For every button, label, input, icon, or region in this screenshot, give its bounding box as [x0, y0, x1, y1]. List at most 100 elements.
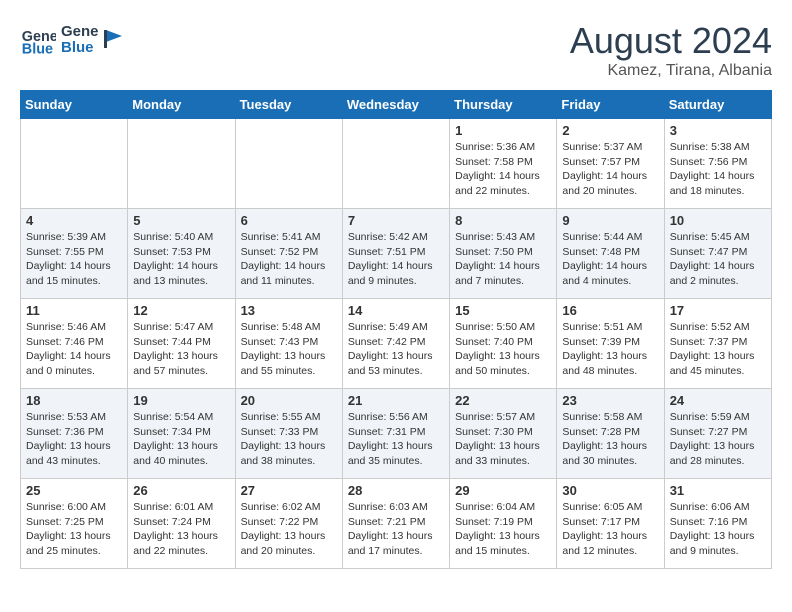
cell-text: and 25 minutes. [26, 544, 122, 559]
cell-4-3: 28Sunrise: 6:03 AMSunset: 7:21 PMDayligh… [342, 479, 449, 569]
cell-text: Sunset: 7:58 PM [455, 155, 551, 170]
cell-text: Daylight: 13 hours [133, 349, 229, 364]
cell-text: Daylight: 14 hours [348, 259, 444, 274]
cell-text: Sunrise: 5:46 AM [26, 320, 122, 335]
cell-text: Daylight: 13 hours [241, 349, 337, 364]
day-number: 12 [133, 303, 229, 318]
cell-text: Sunset: 7:40 PM [455, 335, 551, 350]
cell-text: and 20 minutes. [241, 544, 337, 559]
cell-1-4: 8Sunrise: 5:43 AMSunset: 7:50 PMDaylight… [450, 209, 557, 299]
cell-text: Daylight: 14 hours [455, 259, 551, 274]
day-number: 1 [455, 123, 551, 138]
cell-3-4: 22Sunrise: 5:57 AMSunset: 7:30 PMDayligh… [450, 389, 557, 479]
day-number: 4 [26, 213, 122, 228]
cell-text: Sunset: 7:34 PM [133, 425, 229, 440]
cell-text: Sunset: 7:16 PM [670, 515, 766, 530]
cell-text: Sunset: 7:37 PM [670, 335, 766, 350]
cell-2-2: 13Sunrise: 5:48 AMSunset: 7:43 PMDayligh… [235, 299, 342, 389]
cell-text: Sunrise: 6:06 AM [670, 500, 766, 515]
cell-text: Daylight: 14 hours [26, 259, 122, 274]
main-title: August 2024 [570, 20, 772, 62]
cell-4-4: 29Sunrise: 6:04 AMSunset: 7:19 PMDayligh… [450, 479, 557, 569]
col-monday: Monday [128, 91, 235, 119]
cell-4-2: 27Sunrise: 6:02 AMSunset: 7:22 PMDayligh… [235, 479, 342, 569]
cell-1-5: 9Sunrise: 5:44 AMSunset: 7:48 PMDaylight… [557, 209, 664, 299]
calendar-table: Sunday Monday Tuesday Wednesday Thursday… [20, 90, 772, 569]
logo: General Blue General Blue [20, 20, 124, 58]
cell-4-6: 31Sunrise: 6:06 AMSunset: 7:16 PMDayligh… [664, 479, 771, 569]
day-number: 7 [348, 213, 444, 228]
cell-0-1 [128, 119, 235, 209]
cell-text: Sunrise: 5:53 AM [26, 410, 122, 425]
cell-1-3: 7Sunrise: 5:42 AMSunset: 7:51 PMDaylight… [342, 209, 449, 299]
cell-text: Sunset: 7:50 PM [455, 245, 551, 260]
cell-2-5: 16Sunrise: 5:51 AMSunset: 7:39 PMDayligh… [557, 299, 664, 389]
cell-text: Daylight: 14 hours [670, 169, 766, 184]
cell-text: Daylight: 13 hours [455, 439, 551, 454]
cell-text: Daylight: 14 hours [562, 259, 658, 274]
cell-text: Sunset: 7:19 PM [455, 515, 551, 530]
cell-text: and 57 minutes. [133, 364, 229, 379]
cell-text: Sunrise: 5:38 AM [670, 140, 766, 155]
cell-text: Sunrise: 6:00 AM [26, 500, 122, 515]
cell-text: Sunset: 7:27 PM [670, 425, 766, 440]
cell-text: Sunset: 7:22 PM [241, 515, 337, 530]
cell-text: Sunrise: 5:40 AM [133, 230, 229, 245]
cell-text: Sunrise: 5:51 AM [562, 320, 658, 335]
day-number: 9 [562, 213, 658, 228]
cell-text: Sunrise: 6:05 AM [562, 500, 658, 515]
day-number: 18 [26, 393, 122, 408]
day-number: 20 [241, 393, 337, 408]
cell-text: Daylight: 13 hours [348, 439, 444, 454]
cell-text: Sunrise: 5:58 AM [562, 410, 658, 425]
day-number: 16 [562, 303, 658, 318]
cell-text: Sunset: 7:44 PM [133, 335, 229, 350]
col-tuesday: Tuesday [235, 91, 342, 119]
cell-text: Sunrise: 6:04 AM [455, 500, 551, 515]
cell-text: and 48 minutes. [562, 364, 658, 379]
cell-0-2 [235, 119, 342, 209]
cell-text: Sunset: 7:57 PM [562, 155, 658, 170]
cell-text: Daylight: 13 hours [455, 349, 551, 364]
cell-text: and 38 minutes. [241, 454, 337, 469]
week-row-2: 4Sunrise: 5:39 AMSunset: 7:55 PMDaylight… [21, 209, 772, 299]
cell-text: and 12 minutes. [562, 544, 658, 559]
cell-text: Sunset: 7:51 PM [348, 245, 444, 260]
day-number: 21 [348, 393, 444, 408]
cell-text: Sunrise: 5:50 AM [455, 320, 551, 335]
cell-text: Sunrise: 6:03 AM [348, 500, 444, 515]
cell-4-0: 25Sunrise: 6:00 AMSunset: 7:25 PMDayligh… [21, 479, 128, 569]
cell-text: Sunrise: 5:45 AM [670, 230, 766, 245]
cell-text: Daylight: 13 hours [670, 439, 766, 454]
day-number: 28 [348, 483, 444, 498]
day-number: 10 [670, 213, 766, 228]
cell-text: Sunrise: 5:49 AM [348, 320, 444, 335]
day-number: 13 [241, 303, 337, 318]
logo-graphic: General Blue [60, 20, 98, 58]
day-number: 27 [241, 483, 337, 498]
cell-1-6: 10Sunrise: 5:45 AMSunset: 7:47 PMDayligh… [664, 209, 771, 299]
cell-text: Sunset: 7:31 PM [348, 425, 444, 440]
cell-text: and 9 minutes. [670, 544, 766, 559]
day-number: 31 [670, 483, 766, 498]
cell-text: Sunrise: 5:55 AM [241, 410, 337, 425]
cell-text: Sunset: 7:21 PM [348, 515, 444, 530]
cell-text: and 28 minutes. [670, 454, 766, 469]
cell-text: and 53 minutes. [348, 364, 444, 379]
cell-text: Daylight: 13 hours [455, 529, 551, 544]
cell-4-5: 30Sunrise: 6:05 AMSunset: 7:17 PMDayligh… [557, 479, 664, 569]
day-number: 26 [133, 483, 229, 498]
cell-2-4: 15Sunrise: 5:50 AMSunset: 7:40 PMDayligh… [450, 299, 557, 389]
cell-text: Daylight: 14 hours [562, 169, 658, 184]
cell-text: Sunset: 7:25 PM [26, 515, 122, 530]
cell-text: Daylight: 14 hours [670, 259, 766, 274]
cell-text: and 13 minutes. [133, 274, 229, 289]
cell-text: and 4 minutes. [562, 274, 658, 289]
cell-text: and 43 minutes. [26, 454, 122, 469]
cell-text: Daylight: 13 hours [562, 529, 658, 544]
cell-text: Sunrise: 5:56 AM [348, 410, 444, 425]
cell-text: Sunrise: 5:36 AM [455, 140, 551, 155]
week-row-5: 25Sunrise: 6:00 AMSunset: 7:25 PMDayligh… [21, 479, 772, 569]
cell-text: Sunrise: 5:39 AM [26, 230, 122, 245]
cell-text: and 15 minutes. [26, 274, 122, 289]
